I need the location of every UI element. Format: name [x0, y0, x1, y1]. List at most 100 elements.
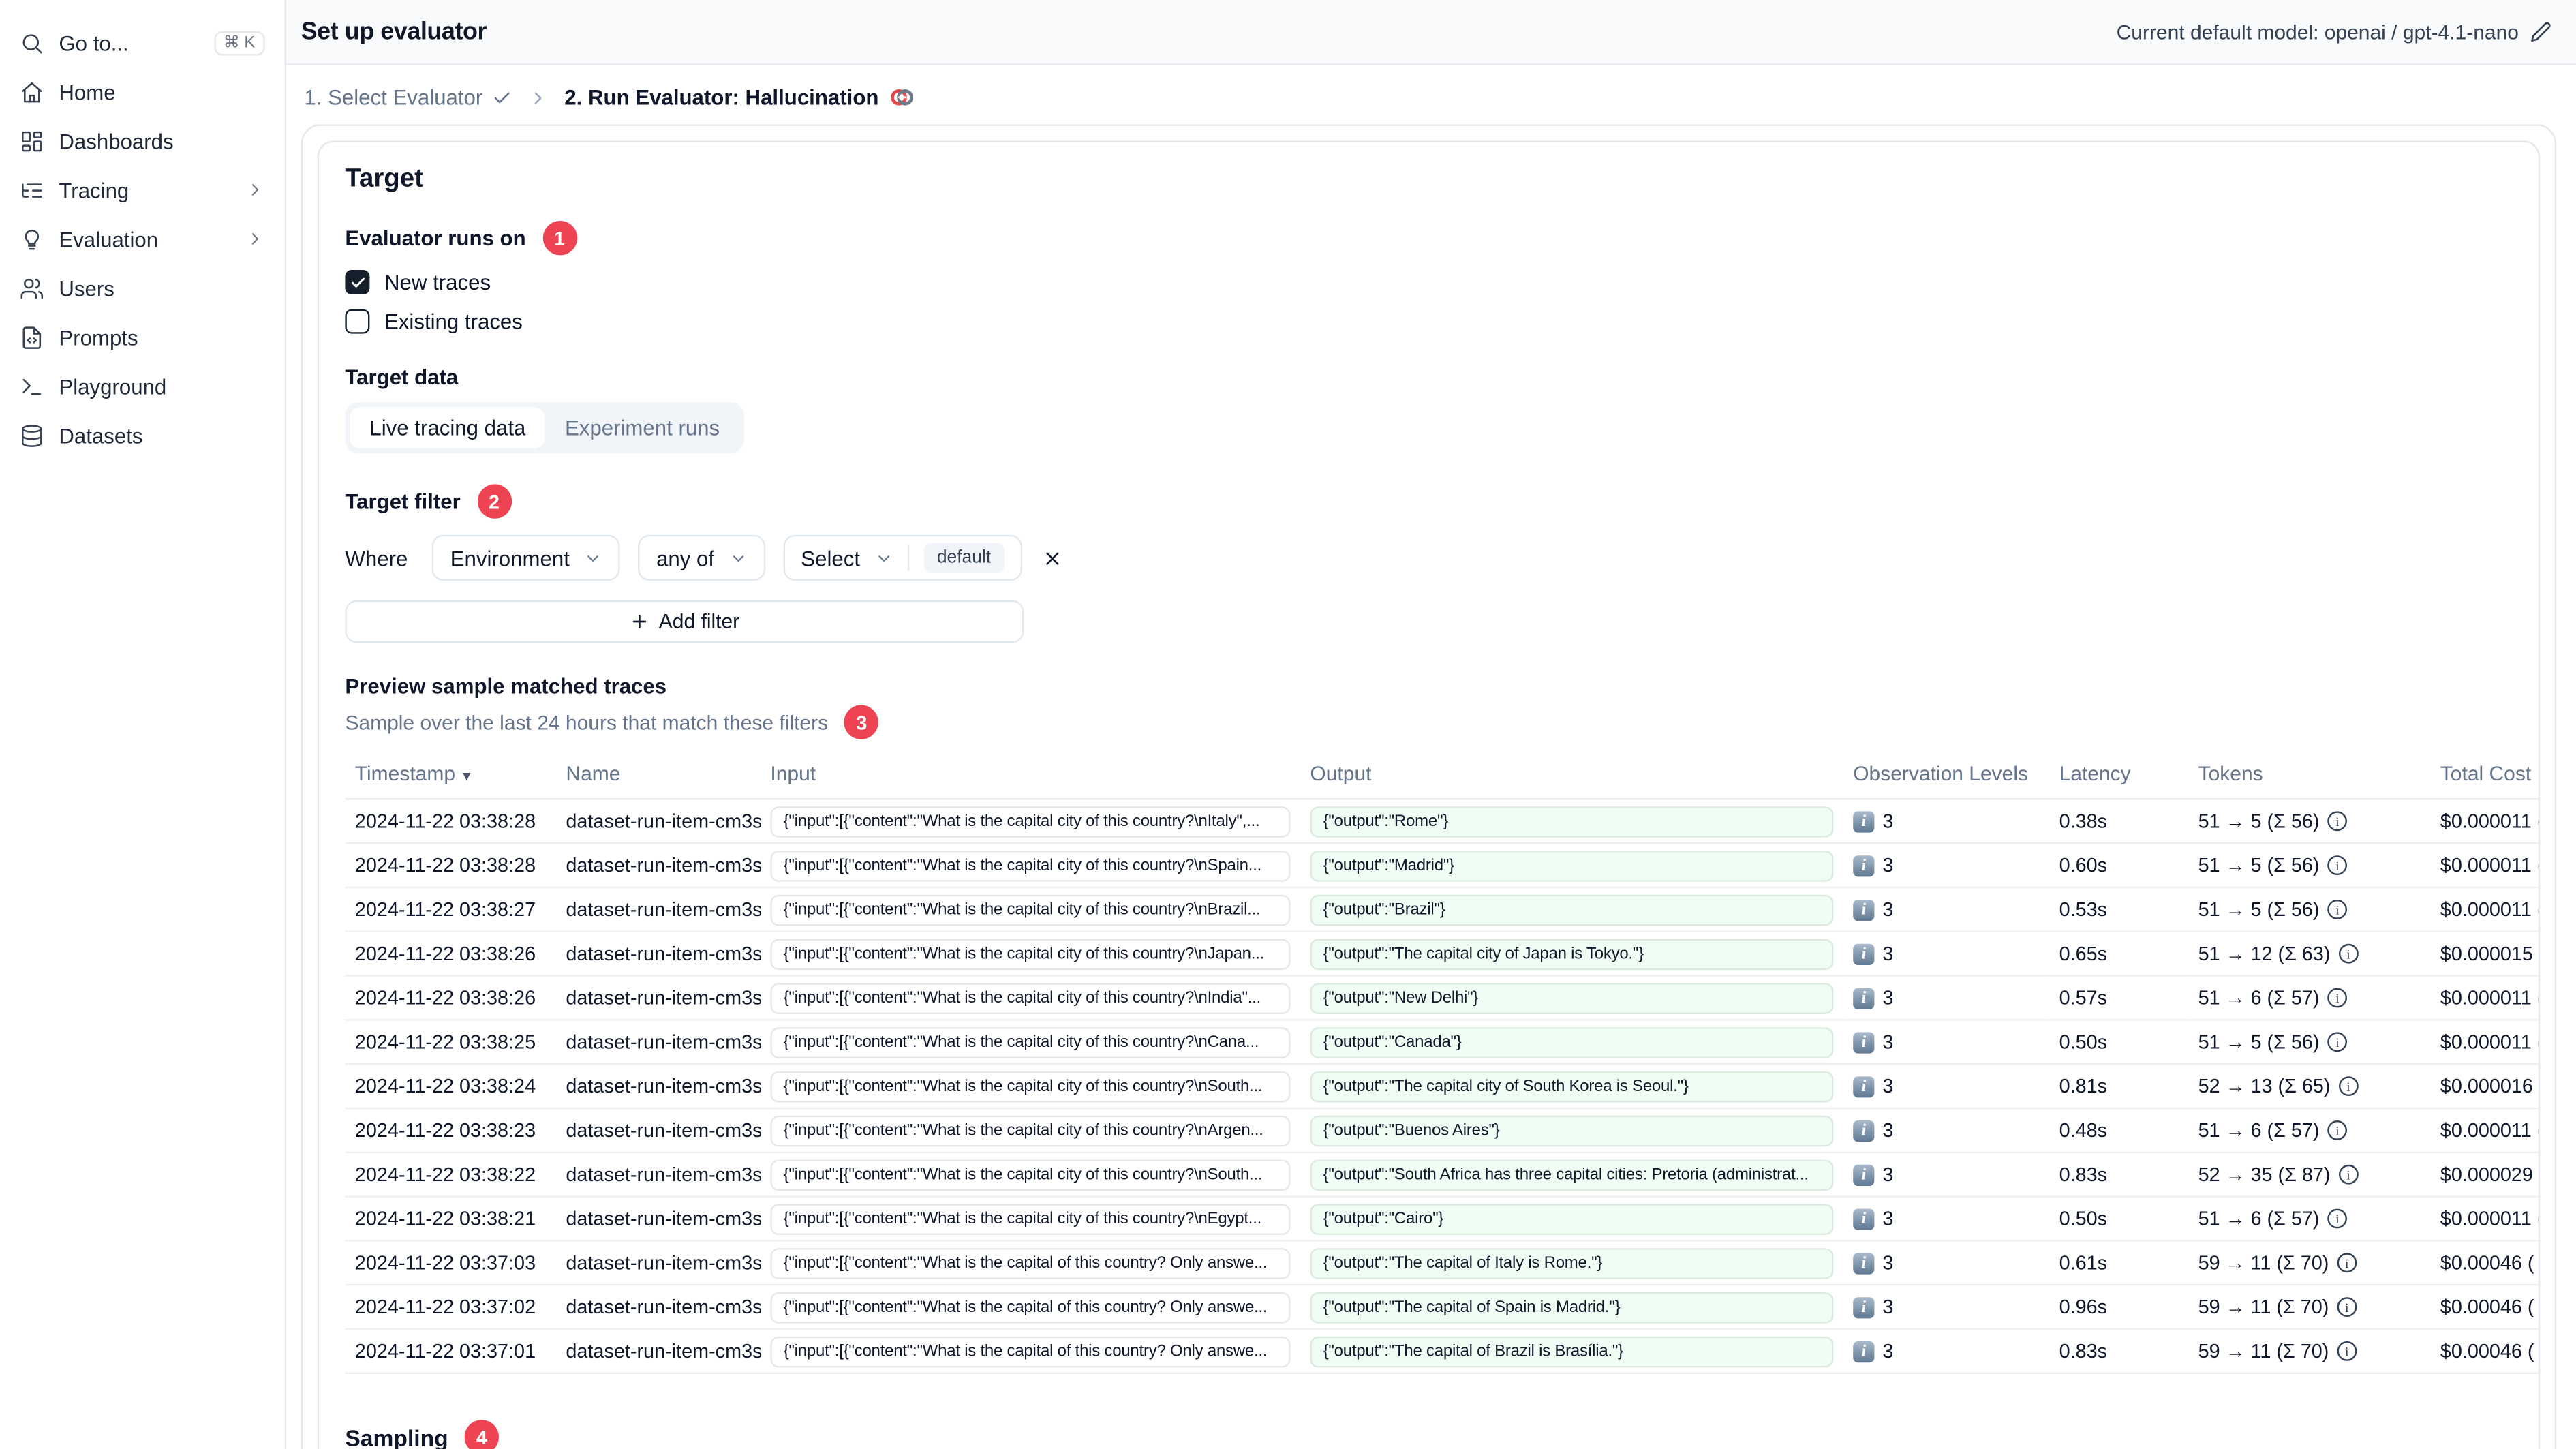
info-circle-icon: i — [2338, 943, 2359, 964]
remove-filter-icon[interactable] — [1042, 547, 1063, 568]
cell-timestamp: 2024-11-22 03:38:26 — [345, 931, 557, 977]
cell-latency: 0.96s — [2049, 1285, 2189, 1330]
tab-live-tracing-data[interactable]: Live tracing data — [350, 407, 546, 448]
cell-output: {"output":"Rome"} — [1300, 799, 1843, 844]
keyboard-shortcut-badge: ⌘ K — [213, 30, 265, 55]
preview-subtitle: Sample over the last 24 hours that match… — [345, 705, 2512, 739]
edit-model-icon[interactable] — [2530, 21, 2551, 42]
table-row[interactable]: 2024-11-22 03:38:23 dataset-run-item-cm3… — [345, 1108, 2539, 1154]
sidebar-item-playground[interactable]: Playground — [0, 361, 285, 410]
divider — [907, 545, 910, 571]
existing-traces-checkbox[interactable] — [345, 309, 370, 334]
cell-tokens: 51 → 6 (Σ 57) i — [2188, 1108, 2431, 1154]
table-row[interactable]: 2024-11-22 03:38:26 dataset-run-item-cm3… — [345, 931, 2539, 977]
input-json-chip: {"input":[{"content":"What is the capita… — [770, 1291, 1291, 1323]
table-row[interactable]: 2024-11-22 03:38:24 dataset-run-item-cm3… — [345, 1064, 2539, 1110]
sidebar-item-tracing[interactable]: Tracing — [0, 165, 285, 214]
page-title: Set up evaluator — [301, 18, 487, 46]
cell-output: {"output":"The capital city of Japan is … — [1300, 931, 1843, 977]
evaluator-runs-on-label: Evaluator runs on 1 — [345, 221, 2512, 256]
table-row[interactable]: 2024-11-22 03:37:03 dataset-run-item-cm3… — [345, 1240, 2539, 1286]
evaluation-icon — [20, 226, 44, 251]
table-row[interactable]: 2024-11-22 03:38:28 dataset-run-item-cm3… — [345, 799, 2539, 844]
info-square-icon: i — [1853, 1252, 1875, 1274]
sidebar-item-prompts[interactable]: Prompts — [0, 312, 285, 361]
cell-name: dataset-run-item-cm3s4 — [556, 1240, 761, 1286]
cell-name: dataset-run-item-cm3s4 — [556, 975, 761, 1021]
table-row[interactable]: 2024-11-22 03:38:22 dataset-run-item-cm3… — [345, 1152, 2539, 1198]
cell-total-cost: $0.00046 ( — [2430, 1285, 2539, 1330]
input-json-chip: {"input":[{"content":"What is the capita… — [770, 1114, 1291, 1146]
cell-timestamp: 2024-11-22 03:38:24 — [345, 1064, 557, 1110]
table-row[interactable]: 2024-11-22 03:37:01 dataset-run-item-cm3… — [345, 1329, 2539, 1375]
chevron-down-icon — [584, 549, 602, 566]
info-circle-icon: i — [2327, 855, 2348, 875]
table-row[interactable]: 2024-11-22 03:38:26 dataset-run-item-cm3… — [345, 975, 2539, 1021]
cell-input: {"input":[{"content":"What is the capita… — [761, 1196, 1301, 1242]
cell-total-cost: $0.000029 — [2430, 1152, 2539, 1198]
sidebar-item-users[interactable]: Users — [0, 263, 285, 312]
step-run-evaluator[interactable]: 2. Run Evaluator: Hallucination — [564, 85, 915, 110]
cell-total-cost: $0.000011 ( — [2430, 843, 2539, 889]
new-traces-checkbox[interactable] — [345, 270, 370, 295]
cell-tokens: 51 → 5 (Σ 56) i — [2188, 799, 2431, 844]
table-row[interactable]: 2024-11-22 03:38:28 dataset-run-item-cm3… — [345, 843, 2539, 889]
cell-observation-levels: i3 — [1843, 1108, 2050, 1154]
existing-traces-label: Existing traces — [384, 309, 523, 334]
cell-input: {"input":[{"content":"What is the capita… — [761, 799, 1301, 844]
form-outer-card: Target Evaluator runs on 1 New traces Ex… — [301, 124, 2557, 1449]
input-json-chip: {"input":[{"content":"What is the capita… — [770, 806, 1291, 837]
cell-input: {"input":[{"content":"What is the capita… — [761, 843, 1301, 889]
filter-value-select[interactable]: Select default — [782, 534, 1022, 581]
cell-name: dataset-run-item-cm3s4 — [556, 843, 761, 889]
existing-traces-option[interactable]: Existing traces — [345, 309, 2512, 334]
cell-observation-levels: i3 — [1843, 1020, 2050, 1065]
tab-experiment-runs[interactable]: Experiment runs — [545, 408, 739, 448]
cell-tokens: 52 → 35 (Σ 87) i — [2188, 1152, 2431, 1198]
table-row[interactable]: 2024-11-22 03:38:27 dataset-run-item-cm3… — [345, 887, 2539, 933]
cell-latency: 0.57s — [2049, 975, 2189, 1021]
sidebar-item-evaluation[interactable]: Evaluation — [0, 214, 285, 263]
home-icon — [20, 79, 44, 104]
filter-row: Where Environment any of Select default — [345, 534, 2512, 581]
cell-latency: 0.81s — [2049, 1064, 2189, 1110]
sidebar-item-datasets[interactable]: Datasets — [0, 410, 285, 459]
cell-latency: 0.53s — [2049, 887, 2189, 933]
filter-operator-select[interactable]: any of — [638, 534, 765, 581]
cell-latency: 0.83s — [2049, 1152, 2189, 1198]
cell-tokens: 52 → 13 (Σ 65) i — [2188, 1064, 2431, 1110]
table-row[interactable]: 2024-11-22 03:38:25 dataset-run-item-cm3… — [345, 1020, 2539, 1065]
cell-total-cost: $0.000011 ( — [2430, 887, 2539, 933]
output-json-chip: {"output":"South Africa has three capita… — [1310, 1159, 1834, 1191]
table-row[interactable]: 2024-11-22 03:37:02 dataset-run-item-cm3… — [345, 1285, 2539, 1330]
cell-timestamp: 2024-11-22 03:38:25 — [345, 1020, 557, 1065]
info-square-icon: i — [1853, 1340, 1875, 1362]
output-json-chip: {"output":"The capital of Brazil is Bras… — [1310, 1335, 1834, 1367]
cell-input: {"input":[{"content":"What is the capita… — [761, 931, 1301, 977]
tracing-icon — [20, 177, 44, 202]
check-icon — [493, 87, 512, 107]
cell-input: {"input":[{"content":"What is the capita… — [761, 1020, 1301, 1065]
col-timestamp[interactable]: Timestamp ▼ — [345, 754, 557, 800]
info-circle-icon: i — [2327, 1032, 2348, 1052]
cell-input: {"input":[{"content":"What is the capita… — [761, 887, 1301, 933]
cell-tokens: 51 → 5 (Σ 56) i — [2188, 1020, 2431, 1065]
sidebar-item-go-to[interactable]: Go to... ⌘ K — [0, 18, 285, 67]
annotation-badge-2: 2 — [476, 484, 512, 519]
table-body: 2024-11-22 03:38:28 dataset-run-item-cm3… — [345, 799, 2539, 1375]
sidebar-item-dashboards[interactable]: Dashboards — [0, 116, 285, 165]
step-select-evaluator[interactable]: 1. Select Evaluator — [304, 85, 512, 110]
filter-field-select[interactable]: Environment — [432, 534, 621, 581]
new-traces-option[interactable]: New traces — [345, 270, 2512, 295]
info-square-icon: i — [1853, 810, 1875, 832]
cell-total-cost: $0.000016 — [2430, 1064, 2539, 1110]
add-filter-button[interactable]: Add filter — [345, 600, 1024, 643]
output-json-chip: {"output":"Madrid"} — [1310, 849, 1834, 881]
cell-observation-levels: i3 — [1843, 887, 2050, 933]
cell-name: dataset-run-item-cm3s4 — [556, 1108, 761, 1154]
cell-tokens: 51 → 12 (Σ 63) i — [2188, 931, 2431, 977]
cell-tokens: 59 → 11 (Σ 70) i — [2188, 1329, 2431, 1375]
sidebar-item-home[interactable]: Home — [0, 67, 285, 116]
form-card: Target Evaluator runs on 1 New traces Ex… — [317, 140, 2541, 1449]
table-row[interactable]: 2024-11-22 03:38:21 dataset-run-item-cm3… — [345, 1196, 2539, 1242]
